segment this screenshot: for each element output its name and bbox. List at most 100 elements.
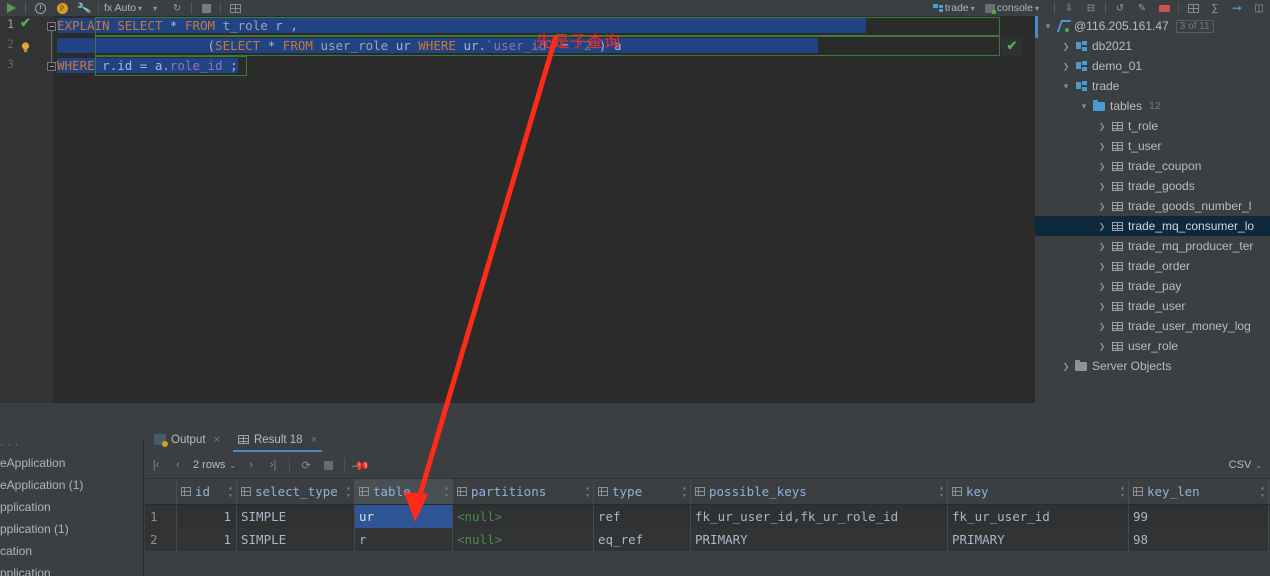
profile-icon[interactable]: P [51, 0, 73, 16]
tree-node-trade-mq-producer-ter[interactable]: ❯ trade_mq_producer_ter [1035, 236, 1270, 256]
chevron-right-icon[interactable]: ❯ [1059, 62, 1073, 71]
grid-column-header-partitions[interactable]: partitions ▲ ▼ [453, 479, 594, 504]
grid-column-header-select_type[interactable]: select_type ▲ ▼ [237, 479, 355, 504]
grid-column-header-key[interactable]: key ▲ ▼ [948, 479, 1129, 504]
tree-node-trade-goods[interactable]: ❯ trade_goods [1035, 176, 1270, 196]
intention-bulb-icon[interactable] [20, 40, 31, 53]
list-item[interactable]: pplication [0, 562, 143, 576]
grid-cell-id[interactable]: 1 [177, 528, 237, 551]
chevron-right-icon[interactable]: ❯ [1095, 202, 1109, 211]
list-item[interactable]: cation [0, 540, 143, 562]
sort-icon[interactable]: ∑ [1204, 0, 1226, 16]
grid-cell-possible_keys[interactable]: fk_ur_user_id,fk_ur_role_id [691, 505, 948, 528]
tab-result-18[interactable]: Result 18 × [229, 427, 326, 452]
chevron-right-icon[interactable]: ❯ [1095, 242, 1109, 251]
close-icon[interactable]: × [311, 434, 317, 446]
pin-tab-button[interactable]: 📌 [344, 448, 378, 483]
grid-cell-key_len[interactable]: 99 [1129, 505, 1269, 528]
refresh-icon[interactable]: ↻ [166, 0, 188, 16]
history-icon[interactable] [29, 0, 51, 16]
tree-node-server-objects[interactable]: ❯ Server Objects [1035, 356, 1270, 376]
chevron-right-icon[interactable]: ❯ [1095, 182, 1109, 191]
next-page-button[interactable]: › [240, 452, 262, 479]
prev-page-button[interactable]: ‹ [167, 452, 189, 479]
settings-icon[interactable]: ◫ [1248, 0, 1270, 16]
chevron-right-icon[interactable]: ❯ [1095, 322, 1109, 331]
stop-red-icon[interactable] [1153, 0, 1175, 16]
chevron-right-icon[interactable]: ❯ [1059, 42, 1073, 51]
sync-icon[interactable]: ↺ [1109, 0, 1131, 16]
sort-toggle-icon[interactable]: ▲ ▼ [1121, 484, 1128, 500]
list-item[interactable]: eApplication (1) [0, 474, 143, 496]
code-fold-toggle-2[interactable] [47, 62, 56, 71]
tree-node-trade-user-money-log[interactable]: ❯ trade_user_money_log [1035, 316, 1270, 336]
edit-source-icon[interactable]: ✎ [1131, 0, 1153, 16]
table-row[interactable]: 1 1 SIMPLE ur <null> ref fk_ur_user_id,fk_ur_r… [145, 505, 1270, 528]
code-fold-toggle-1[interactable] [47, 22, 56, 31]
chevron-right-icon[interactable]: ❯ [1095, 342, 1109, 351]
grid-cell-table[interactable]: ur [355, 505, 453, 528]
table-row[interactable]: 2 1 SIMPLE r <null> eq_ref PRIMARY PRIMARY 98 [145, 528, 1270, 551]
grid-cell-id[interactable]: 1 [177, 505, 237, 528]
row-count-dropdown[interactable]: 2 rows ⌄ [189, 459, 240, 471]
tree-node-db2021[interactable]: ❯ db2021 [1035, 36, 1270, 56]
sort-toggle-icon[interactable]: ▲ ▼ [445, 484, 452, 500]
tree-node-trade[interactable]: ▾ trade [1035, 76, 1270, 96]
list-item[interactable]: pplication [0, 496, 143, 518]
fx-auto-dropdown[interactable]: fx Auto ▾ [102, 2, 144, 14]
run-configuration-popup[interactable]: · · · eApplication eApplication (1) pplica… [0, 440, 144, 576]
schema-selector[interactable]: trade ▾ [931, 2, 977, 14]
tree-node-trade-goods-number-l[interactable]: ❯ trade_goods_number_l [1035, 196, 1270, 216]
chevron-down-icon[interactable]: ▾ [1059, 81, 1073, 92]
chevron-right-icon[interactable]: ❯ [1095, 162, 1109, 171]
chevron-down-icon[interactable]: ▾ [1077, 101, 1091, 112]
export-format-dropdown[interactable]: CSV ⌄ [1229, 459, 1270, 471]
tree-node-trade-user[interactable]: ❯ trade_user [1035, 296, 1270, 316]
sort-toggle-icon[interactable]: ▲ ▼ [586, 484, 593, 500]
table-view-icon[interactable] [1182, 0, 1204, 16]
grid-cell-type[interactable]: eq_ref [594, 528, 691, 551]
code-text[interactable]: EXPLAIN SELECT * FROM t_role r , (SELECT… [57, 16, 866, 76]
jump-to-icon[interactable]: ➞ [1226, 0, 1248, 16]
tree-node-t-user[interactable]: ❯ t_user [1035, 136, 1270, 156]
grid-cell-partitions[interactable]: <null> [453, 505, 594, 528]
run-icon[interactable] [0, 0, 22, 16]
chevron-right-icon[interactable]: ❯ [1095, 262, 1109, 271]
grid-cell-key[interactable]: PRIMARY [948, 528, 1129, 551]
chevron-right-icon[interactable]: ❯ [1095, 302, 1109, 311]
tree-node-tables[interactable]: ▾ tables 12 [1035, 96, 1270, 116]
sort-toggle-icon[interactable]: ▲ ▼ [347, 484, 354, 500]
confirm-icon[interactable]: ▾ [144, 0, 166, 16]
chevron-right-icon[interactable]: ❯ [1095, 122, 1109, 131]
grid-cell-key_len[interactable]: 98 [1129, 528, 1269, 551]
grid-cell-table[interactable]: r [355, 528, 453, 551]
grid-column-header-key_len[interactable]: key_len ▲ ▼ [1129, 479, 1269, 504]
console-selector[interactable]: console ▾ [983, 2, 1041, 14]
last-page-button[interactable]: ›| [262, 452, 284, 479]
list-item[interactable]: pplication (1) [0, 518, 143, 540]
grid-column-header-type[interactable]: type ▲ ▼ [594, 479, 691, 504]
grid-cell-key[interactable]: fk_ur_user_id [948, 505, 1129, 528]
stop-query-button[interactable] [317, 452, 339, 479]
tree-node-trade-pay[interactable]: ❯ trade_pay [1035, 276, 1270, 296]
reload-page-button[interactable]: ⟳ [295, 452, 317, 479]
chevron-right-icon[interactable]: ❯ [1059, 362, 1073, 371]
sql-editor[interactable]: 1 2 3 ✔ EXPLAIN SELECT * FROM t_role r ,… [0, 16, 1035, 403]
grid-cell-select_type[interactable]: SIMPLE [237, 528, 355, 551]
tree-node-trade-order[interactable]: ❯ trade_order [1035, 256, 1270, 276]
grid-column-header-id[interactable]: id ▲ ▼ [177, 479, 237, 504]
sort-toggle-icon[interactable]: ▲ ▼ [683, 484, 690, 500]
grid-view-icon[interactable] [224, 0, 246, 16]
stop-icon[interactable] [195, 0, 217, 16]
tree-node-trade-mq-consumer-lo[interactable]: ❯ trade_mq_consumer_lo [1035, 216, 1270, 236]
tree-node-trade-coupon[interactable]: ❯ trade_coupon [1035, 156, 1270, 176]
execute-check-button[interactable]: ✔ [1001, 36, 1023, 56]
result-grid[interactable]: id ▲ ▼ select_type ▲ ▼ table ▲ ▼ partitions ▲ ▼ type… [145, 479, 1270, 576]
tree-node-t-role[interactable]: ❯ t_role [1035, 116, 1270, 136]
close-icon[interactable]: × [214, 434, 220, 446]
grid-column-header-possible_keys[interactable]: possible_keys ▲ ▼ [691, 479, 948, 504]
grid-cell-type[interactable]: ref [594, 505, 691, 528]
tree-node-user-role[interactable]: ❯ user_role [1035, 336, 1270, 356]
chevron-right-icon[interactable]: ❯ [1095, 142, 1109, 151]
grid-column-header-table[interactable]: table ▲ ▼ [355, 479, 453, 504]
